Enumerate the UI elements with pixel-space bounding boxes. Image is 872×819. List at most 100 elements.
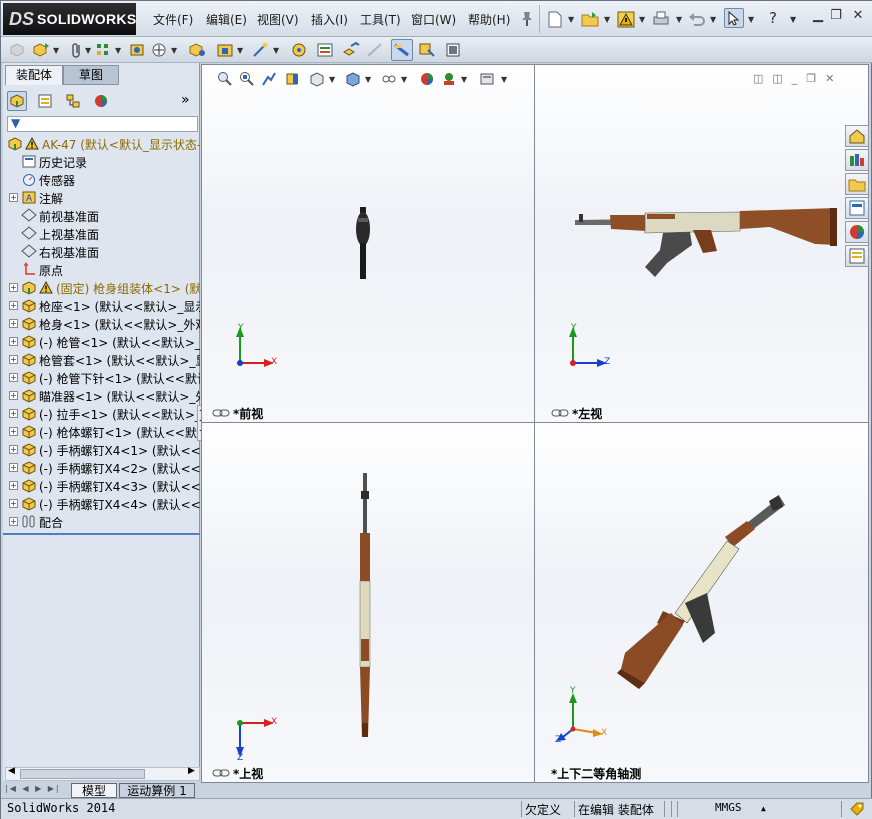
property-manager-icon[interactable]: [35, 91, 55, 111]
print-icon[interactable]: [651, 9, 671, 29]
filter-funnel-icon[interactable]: ▼: [11, 116, 20, 130]
chevron-down-icon[interactable]: ▼: [115, 46, 121, 55]
solidworks-resources-icon[interactable]: [845, 125, 869, 147]
tab-scroll-arrows-icon[interactable]: |◀ ◀ ▶ ▶|: [5, 784, 65, 798]
status-units[interactable]: MMGS: [715, 801, 742, 814]
tree-item[interactable]: 右视基准面: [3, 243, 200, 261]
menu-file[interactable]: 文件(F): [153, 11, 193, 28]
expand-toggle-icon[interactable]: +: [9, 355, 18, 364]
expand-toggle-icon[interactable]: +: [9, 301, 18, 310]
expand-toggle-icon[interactable]: +: [9, 427, 18, 436]
tree-item[interactable]: + (-) 手柄螺钉X4<4> (默认<<默认>_显示状态 1>): [3, 495, 200, 513]
chevron-down-icon[interactable]: ▼: [401, 75, 407, 84]
tree-item[interactable]: + 配合: [3, 513, 200, 531]
appearances-scenes-icon[interactable]: [845, 221, 869, 243]
zoom-to-fit-icon[interactable]: [215, 69, 235, 89]
help-icon[interactable]: ?: [769, 9, 777, 27]
viewport-top[interactable]: X Z *上视: [201, 422, 535, 783]
scrollbar-thumb[interactable]: [20, 769, 145, 779]
large-assembly-mode-icon[interactable]: [443, 40, 463, 60]
tree-item[interactable]: 上视基准面: [3, 225, 200, 243]
expand-toggle-icon[interactable]: +: [9, 193, 18, 202]
explode-line-sketch-icon[interactable]: [365, 40, 385, 60]
expand-toggle-icon[interactable]: +: [9, 283, 18, 292]
solidworks-logo[interactable]: DS SOLIDWORKS: [3, 3, 136, 35]
more-tabs-icon[interactable]: »: [181, 92, 190, 108]
tree-filter[interactable]: ▼: [7, 116, 198, 132]
chevron-down-icon[interactable]: ▼: [604, 15, 610, 24]
chevron-down-icon[interactable]: ▼: [748, 15, 754, 24]
tree-item[interactable]: + 枪座<1> (默认<<默认>_显示状态 1>): [3, 297, 200, 315]
tree-item[interactable]: + 枪身<1> (默认<<默认>_外观 显示状态>): [3, 315, 200, 333]
design-library-icon[interactable]: [845, 149, 869, 171]
view-link-icon[interactable]: [551, 408, 569, 418]
open-folder-icon[interactable]: [580, 9, 600, 29]
chevron-down-icon[interactable]: ▼: [639, 15, 645, 24]
tree-item[interactable]: + (-) 拉手<1> (默认<<默认>_显示状态 1>): [3, 405, 200, 423]
chevron-down-icon[interactable]: ▼: [53, 46, 59, 55]
viewport-left[interactable]: ◫◫_❐✕ Y Z *左视: [534, 64, 869, 423]
expand-toggle-icon[interactable]: +: [9, 445, 18, 454]
interference-detection-icon[interactable]: [391, 39, 413, 61]
chevron-down-icon[interactable]: ▼: [329, 75, 335, 84]
horizontal-scrollbar[interactable]: ◀ ▶: [5, 766, 200, 781]
show-hidden-components-icon[interactable]: [187, 40, 207, 60]
chevron-down-icon[interactable]: ▼: [365, 75, 371, 84]
tree-item[interactable]: + A 注解: [3, 189, 200, 207]
menu-insert[interactable]: 插入(I): [311, 11, 348, 28]
tree-item[interactable]: 传感器: [3, 171, 200, 189]
menu-tools[interactable]: 工具(T): [360, 11, 401, 28]
expand-toggle-icon[interactable]: +: [9, 517, 18, 526]
view-settings-icon[interactable]: [477, 69, 497, 89]
exploded-view-icon[interactable]: [341, 40, 361, 60]
smart-fasteners-icon[interactable]: [127, 40, 147, 60]
custom-properties-icon[interactable]: [845, 245, 869, 267]
assembly-features-icon[interactable]: [215, 40, 235, 60]
menu-help[interactable]: 帮助(H): [468, 11, 510, 28]
restore-button[interactable]: ❐: [827, 7, 845, 25]
tree-item[interactable]: + (-) 手柄螺钉X4<1> (默认<<默认>_显示状态 1>): [3, 441, 200, 459]
chevron-down-icon[interactable]: ▼: [790, 15, 796, 24]
edit-appearance-icon[interactable]: [417, 69, 437, 89]
expand-toggle-icon[interactable]: +: [9, 463, 18, 472]
rebuild-warning-icon[interactable]: [616, 9, 636, 29]
viewport-window-controls[interactable]: ◫◫_❐✕: [753, 72, 843, 85]
chevron-down-icon[interactable]: ▼: [273, 46, 279, 55]
tab-motion-study[interactable]: 运动算例 1: [119, 783, 195, 798]
feature-manager-tree-icon[interactable]: [7, 91, 27, 111]
tree-item[interactable]: + (-) 手柄螺钉X4<3> (默认<<默认>_显示状态 1>): [3, 477, 200, 495]
configuration-manager-icon[interactable]: [63, 91, 83, 111]
display-style-icon[interactable]: [343, 69, 363, 89]
chevron-down-icon[interactable]: ▼: [237, 46, 243, 55]
minimize-button[interactable]: ▁: [809, 7, 827, 25]
new-document-icon[interactable]: [545, 9, 565, 29]
tree-item[interactable]: + 枪管套<1> (默认<<默认>_显示状态 1>): [3, 351, 200, 369]
previous-view-icon[interactable]: [259, 69, 279, 89]
tree-item[interactable]: 原点: [3, 261, 200, 279]
expand-toggle-icon[interactable]: +: [9, 319, 18, 328]
tree-item[interactable]: + (-) 枪管下针<1> (默认<<默认>_显示状态 1>): [3, 369, 200, 387]
view-link-icon[interactable]: [212, 408, 230, 418]
expand-toggle-icon[interactable]: +: [9, 391, 18, 400]
close-button[interactable]: ✕: [849, 7, 867, 25]
instant-3d-icon[interactable]: [417, 40, 437, 60]
units-caret-icon[interactable]: ▲: [761, 804, 766, 813]
tab-sketch[interactable]: 草图: [63, 65, 119, 85]
scroll-right-icon[interactable]: ▶: [188, 766, 195, 776]
view-link-icon[interactable]: [212, 768, 230, 778]
tree-item[interactable]: + (-) 枪体螺钉<1> (默认<<默认>_显示状态 1>): [3, 423, 200, 441]
chevron-down-icon[interactable]: ▼: [710, 15, 716, 24]
move-component-icon[interactable]: [149, 40, 169, 60]
chevron-down-icon[interactable]: ▼: [461, 75, 467, 84]
chevron-down-icon[interactable]: ▼: [171, 46, 177, 55]
reference-geometry-icon[interactable]: [251, 40, 271, 60]
menu-edit[interactable]: 编辑(E): [206, 11, 247, 28]
bill-of-materials-icon[interactable]: [315, 40, 335, 60]
new-part-icon[interactable]: [31, 40, 51, 60]
file-explorer-icon[interactable]: [845, 173, 869, 195]
chevron-down-icon[interactable]: ▼: [568, 15, 574, 24]
insert-component-icon[interactable]: [7, 40, 27, 60]
chevron-down-icon[interactable]: ▼: [676, 15, 682, 24]
new-motion-study-icon[interactable]: [289, 40, 309, 60]
pin-icon[interactable]: [517, 9, 537, 29]
